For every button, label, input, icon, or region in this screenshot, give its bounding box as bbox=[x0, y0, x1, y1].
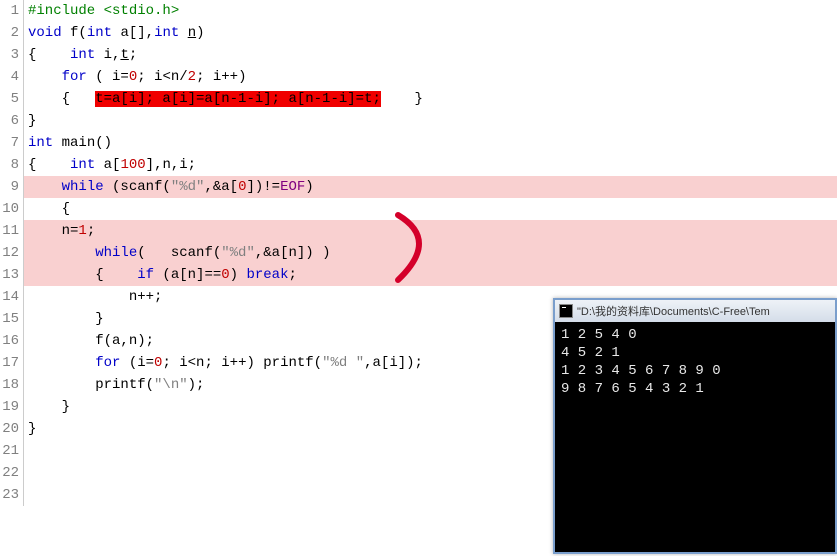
line-number: 4 bbox=[0, 66, 24, 88]
code-line[interactable]: 2void f(int a[],int n) bbox=[0, 22, 837, 44]
line-number: 10 bbox=[0, 198, 24, 220]
line-content[interactable]: { int a[100],n,i; bbox=[24, 154, 837, 176]
console-titlebar[interactable]: "D:\我的资料库\Documents\C-Free\Tem bbox=[555, 300, 835, 322]
line-number: 11 bbox=[0, 220, 24, 242]
code-line[interactable]: 3{ int i,t; bbox=[0, 44, 837, 66]
line-number: 18 bbox=[0, 374, 24, 396]
code-line[interactable]: 9 while (scanf("%d",&a[0])!=EOF) bbox=[0, 176, 837, 198]
code-line[interactable]: 10 { bbox=[0, 198, 837, 220]
console-output[interactable]: 1 2 5 4 0 4 5 2 1 1 2 3 4 5 6 7 8 9 0 9 … bbox=[555, 322, 835, 552]
code-line[interactable]: 11 n=1; bbox=[0, 220, 837, 242]
code-line[interactable]: 8{ int a[100],n,i; bbox=[0, 154, 837, 176]
code-line[interactable]: 6} bbox=[0, 110, 837, 132]
code-line[interactable]: 1#include <stdio.h> bbox=[0, 0, 837, 22]
console-window[interactable]: "D:\我的资料库\Documents\C-Free\Tem 1 2 5 4 0… bbox=[553, 298, 837, 554]
line-number: 17 bbox=[0, 352, 24, 374]
line-number: 5 bbox=[0, 88, 24, 110]
line-number: 6 bbox=[0, 110, 24, 132]
line-content[interactable]: } bbox=[24, 110, 837, 132]
code-line[interactable]: 12 while( scanf("%d",&a[n]) ) bbox=[0, 242, 837, 264]
line-number: 21 bbox=[0, 440, 24, 462]
line-content[interactable]: { bbox=[24, 198, 837, 220]
line-content[interactable]: while (scanf("%d",&a[0])!=EOF) bbox=[24, 176, 837, 198]
line-content[interactable]: { int i,t; bbox=[24, 44, 837, 66]
line-number: 16 bbox=[0, 330, 24, 352]
line-number: 23 bbox=[0, 484, 24, 506]
line-content[interactable]: { t=a[i]; a[i]=a[n-1-i]; a[n-1-i]=t; } bbox=[24, 88, 837, 110]
line-number: 8 bbox=[0, 154, 24, 176]
line-number: 22 bbox=[0, 462, 24, 484]
line-content[interactable]: for ( i=0; i<n/2; i++) bbox=[24, 66, 837, 88]
line-content[interactable]: { if (a[n]==0) break; bbox=[24, 264, 837, 286]
line-number: 7 bbox=[0, 132, 24, 154]
line-content[interactable]: while( scanf("%d",&a[n]) ) bbox=[24, 242, 837, 264]
line-number: 13 bbox=[0, 264, 24, 286]
terminal-icon bbox=[559, 304, 573, 318]
console-title-text: "D:\我的资料库\Documents\C-Free\Tem bbox=[577, 303, 770, 319]
line-number: 2 bbox=[0, 22, 24, 44]
code-line[interactable]: 4 for ( i=0; i<n/2; i++) bbox=[0, 66, 837, 88]
line-number: 14 bbox=[0, 286, 24, 308]
line-number: 3 bbox=[0, 44, 24, 66]
line-number: 9 bbox=[0, 176, 24, 198]
line-number: 12 bbox=[0, 242, 24, 264]
line-number: 15 bbox=[0, 308, 24, 330]
code-line[interactable]: 5 { t=a[i]; a[i]=a[n-1-i]; a[n-1-i]=t; } bbox=[0, 88, 837, 110]
line-content[interactable]: n=1; bbox=[24, 220, 837, 242]
line-content[interactable]: void f(int a[],int n) bbox=[24, 22, 837, 44]
line-number: 19 bbox=[0, 396, 24, 418]
line-content[interactable]: int main() bbox=[24, 132, 837, 154]
line-number: 1 bbox=[0, 0, 24, 22]
code-line[interactable]: 7int main() bbox=[0, 132, 837, 154]
line-number: 20 bbox=[0, 418, 24, 440]
code-line[interactable]: 13 { if (a[n]==0) break; bbox=[0, 264, 837, 286]
line-content[interactable]: #include <stdio.h> bbox=[24, 0, 837, 22]
